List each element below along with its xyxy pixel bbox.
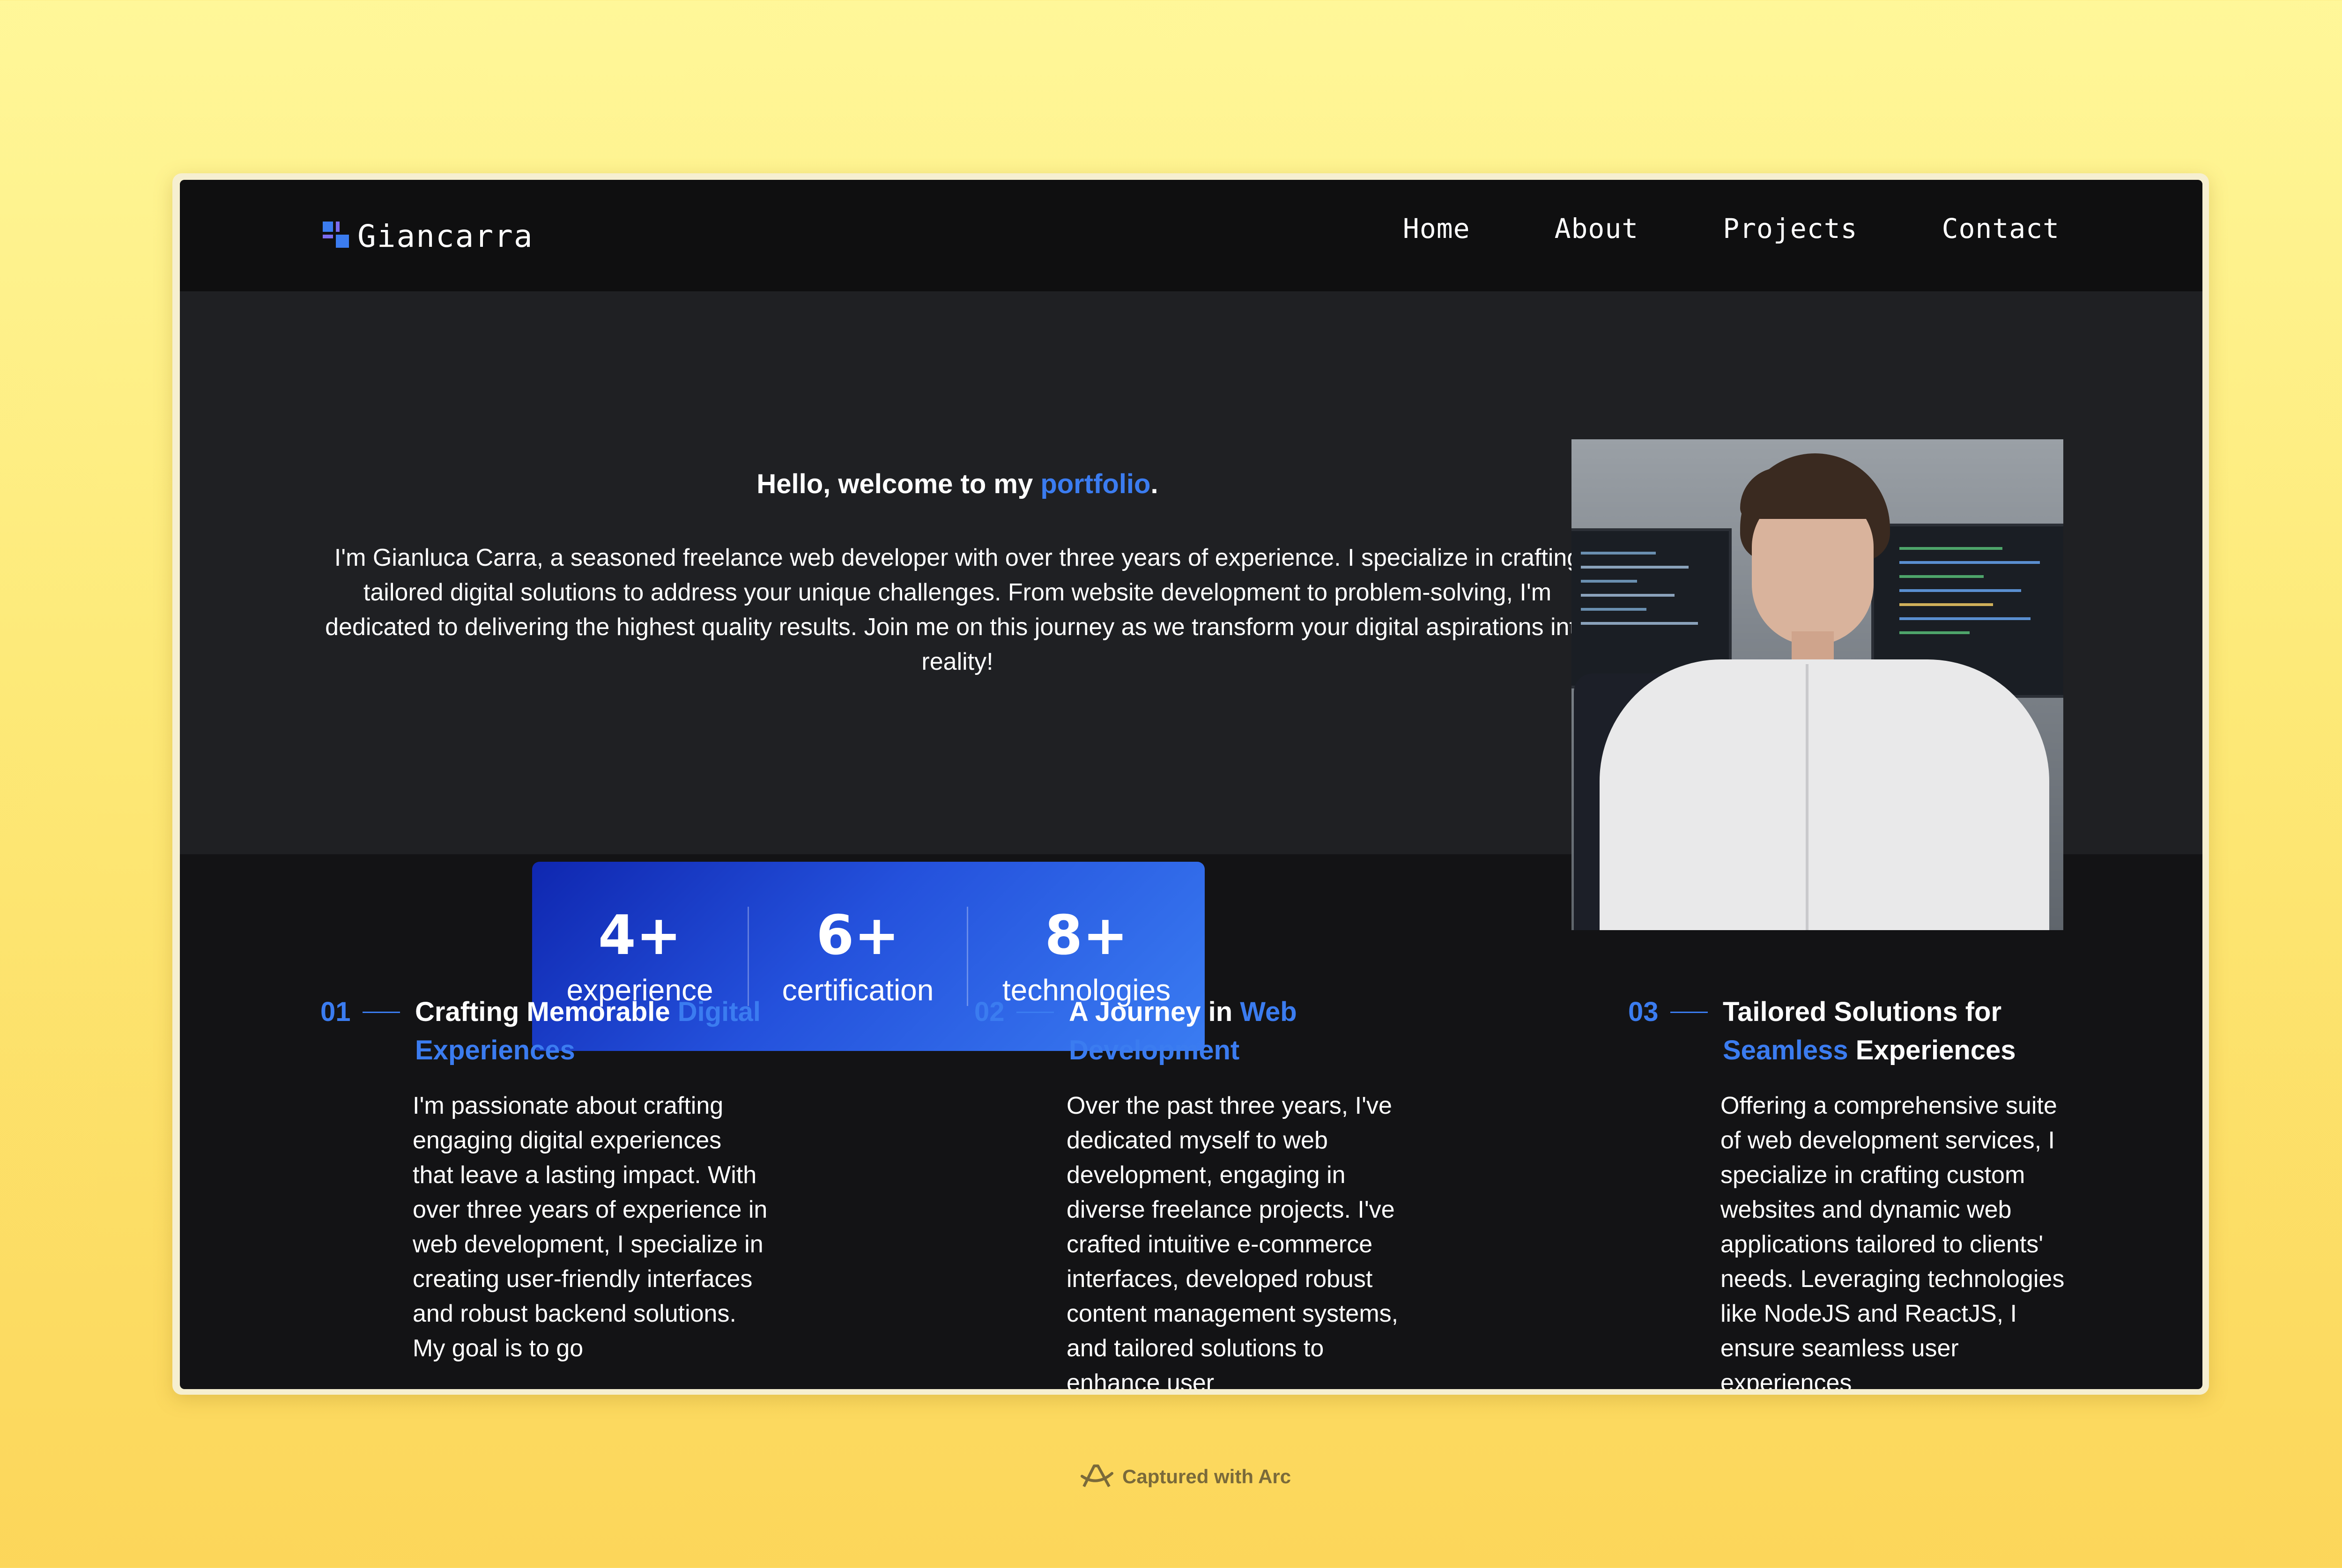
- capture-text: Captured with Arc: [1122, 1465, 1291, 1487]
- nav-projects[interactable]: Projects: [1723, 213, 1857, 244]
- hero-title: Hello, welcome to my portfolio.: [274, 468, 1641, 500]
- nav-about[interactable]: About: [1555, 213, 1639, 244]
- feature-number: 02: [974, 997, 1005, 1027]
- capture-credit: Captured with Arc: [1080, 1462, 1291, 1491]
- nav-contact[interactable]: Contact: [1942, 213, 2060, 244]
- feature-title-accent: Seamless: [1723, 1035, 1848, 1065]
- logo-mark-icon: [323, 222, 352, 251]
- feature-title: Tailored Solutions for Seamless Experien…: [1723, 993, 2126, 1070]
- feature-title-b: Experiences: [1848, 1035, 2016, 1065]
- site-logo[interactable]: Giancarra: [323, 217, 534, 255]
- hero-intro: I'm Gianluca Carra, a seasoned freelance…: [325, 544, 1590, 675]
- stat-value: 8+: [1045, 904, 1128, 967]
- feature-number: 01: [320, 997, 351, 1027]
- main-nav: Home About Projects Contact: [1403, 213, 2060, 244]
- site-header: Giancarra Home About Projects Contact: [180, 180, 2202, 291]
- feature-body: Offering a comprehensive suite of web de…: [1720, 1092, 2065, 1389]
- hero-title-accent: portfolio: [1040, 469, 1151, 499]
- website-window: Giancarra Home About Projects Contact He…: [180, 180, 2202, 1389]
- feature-title-a: Crafting Memorable: [415, 997, 678, 1027]
- hero-title-prefix: Hello, welcome to my: [756, 469, 1041, 499]
- developer-portrait-image: [1571, 439, 2063, 930]
- feature-divider-line: [1016, 1012, 1054, 1013]
- feature-body: I'm passionate about crafting engaging d…: [413, 1092, 768, 1362]
- hero-title-suffix: .: [1150, 469, 1158, 499]
- feature-title: Crafting Memorable Digital Experiences: [415, 993, 818, 1070]
- arc-logo-icon: [1081, 1464, 1113, 1487]
- feature-title: A Journey in Web Development: [1069, 993, 1472, 1070]
- feature-number: 03: [1628, 997, 1659, 1027]
- hero-section: Hello, welcome to my portfolio. I'm Gian…: [180, 291, 2202, 1051]
- feature-card-3: 03 Tailored Solutions for Seamless Exper…: [1628, 993, 2143, 1389]
- feature-divider-line: [1670, 1012, 1708, 1013]
- feature-title-a: A Journey in: [1069, 997, 1240, 1027]
- stat-value: 4+: [598, 904, 682, 967]
- nav-home[interactable]: Home: [1403, 213, 1470, 244]
- feature-title-a: Tailored Solutions for: [1723, 997, 2002, 1027]
- logo-text: Giancarra: [357, 218, 534, 254]
- stat-value: 6+: [816, 904, 900, 967]
- feature-card-2: 02 A Journey in Web Development Over the…: [974, 993, 1490, 1389]
- feature-body: Over the past three years, I've dedicate…: [1067, 1092, 1399, 1389]
- feature-card-1: 01 Crafting Memorable Digital Experience…: [320, 993, 836, 1366]
- feature-divider-line: [363, 1012, 400, 1013]
